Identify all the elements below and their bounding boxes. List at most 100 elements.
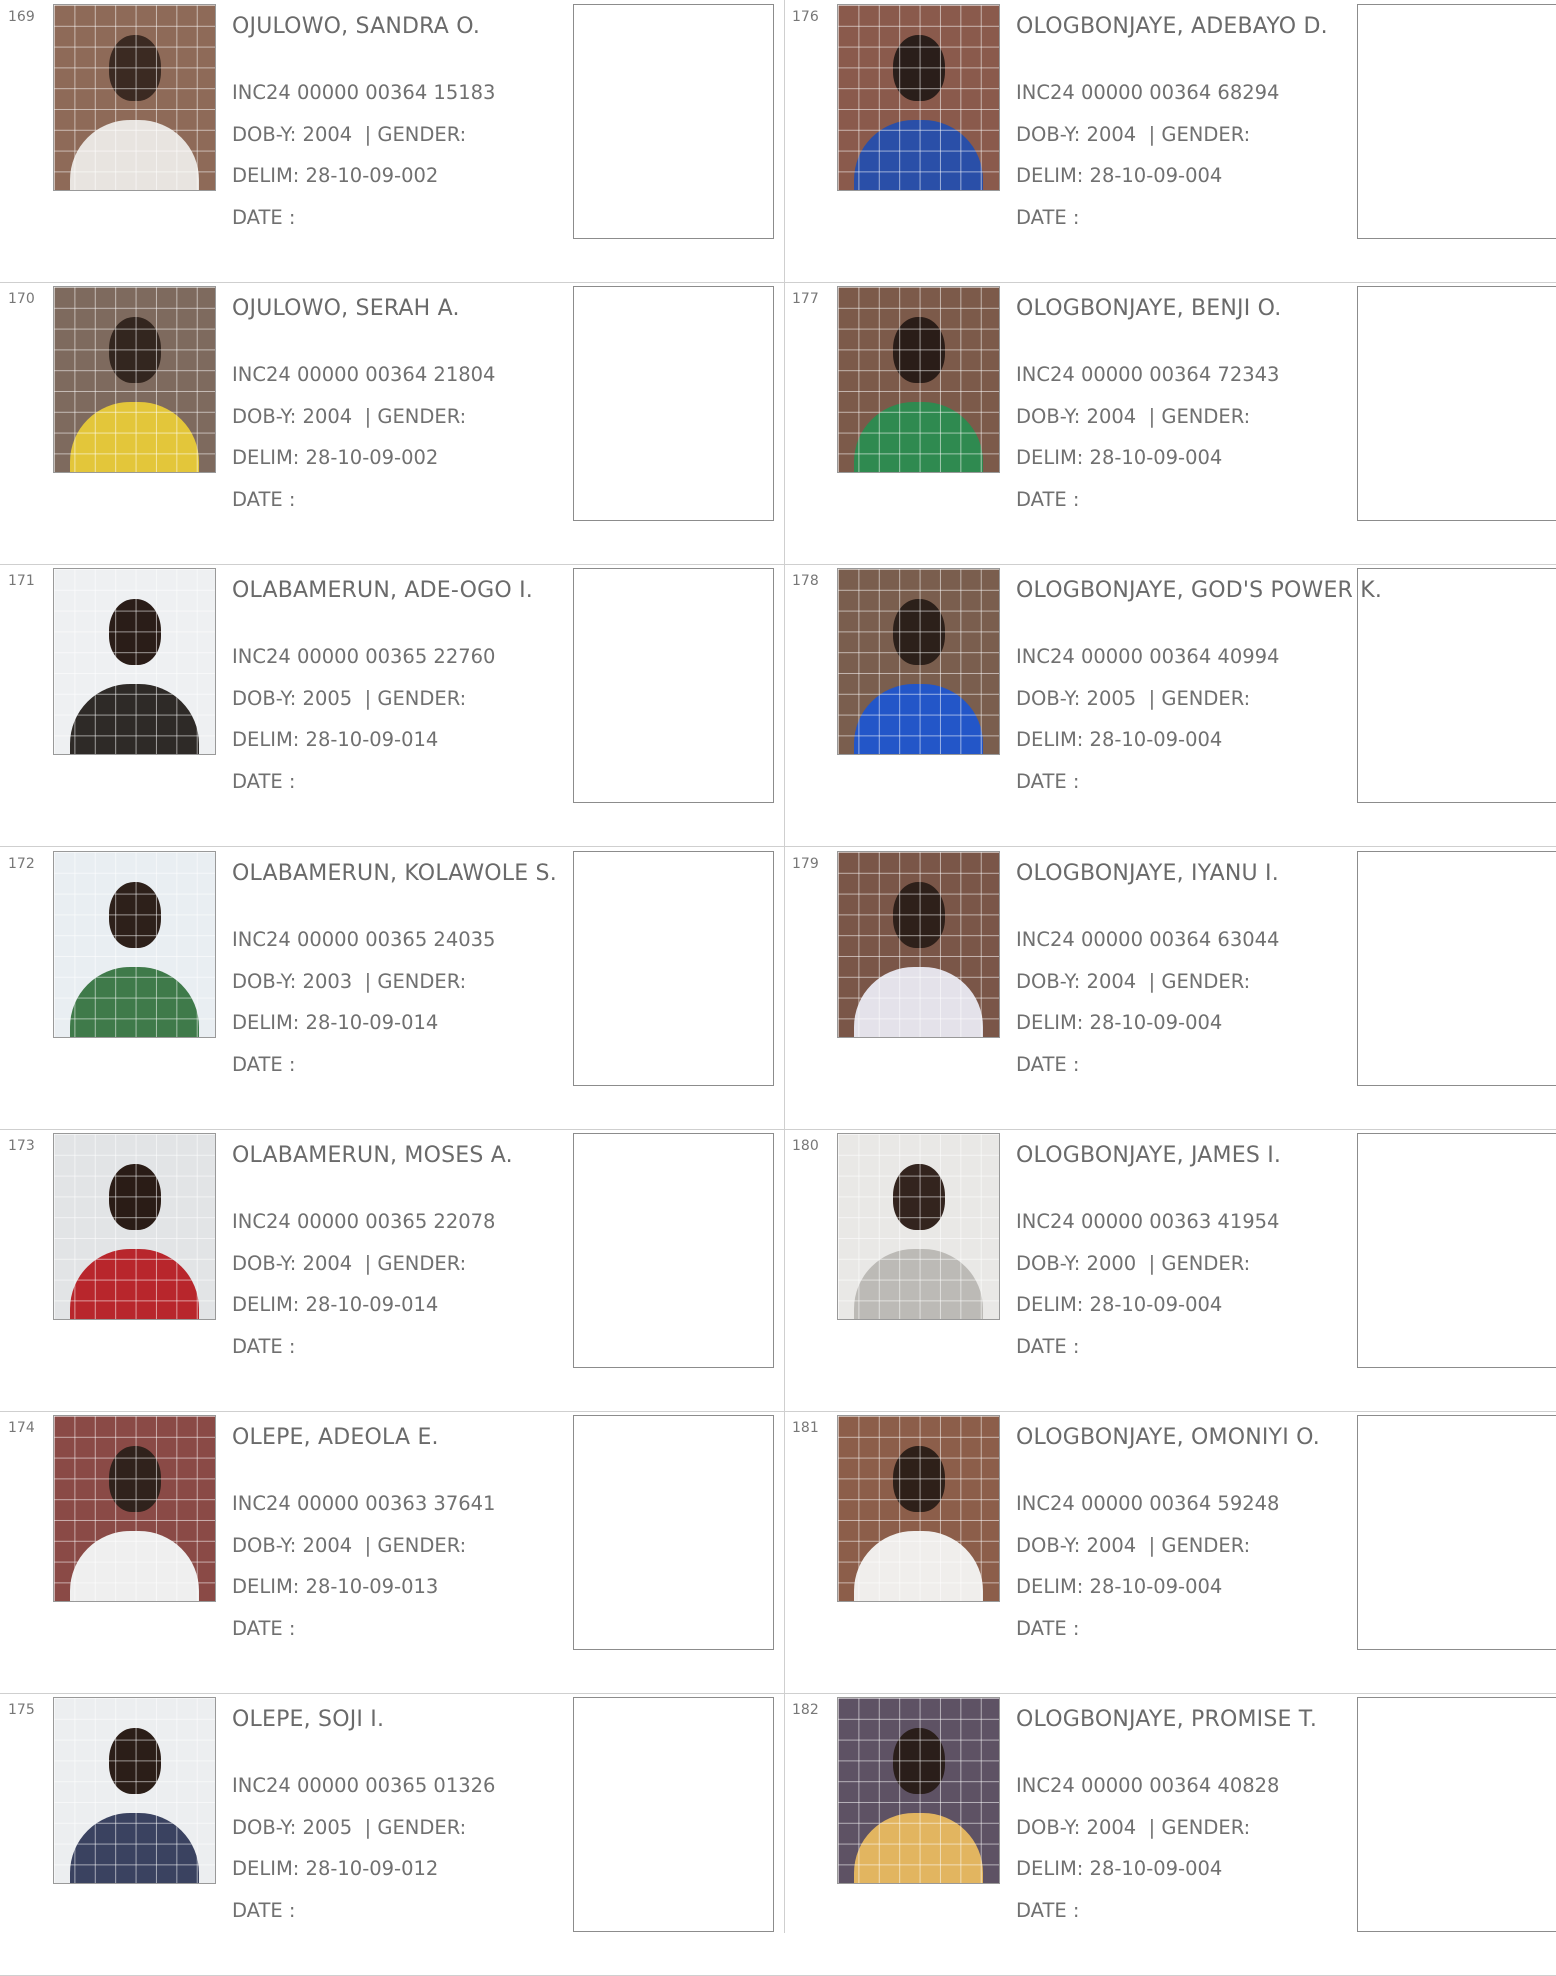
thumbprint-box [573, 1415, 774, 1650]
vin-number: INC24 00000 00365 22078 [232, 1209, 496, 1233]
date-label: DATE : [232, 1052, 296, 1076]
dob-year: DOB-Y: 2004 [232, 405, 353, 429]
serial-number: 175 [8, 1702, 35, 1719]
voter-name: OLEPE, ADEOLA E. [232, 1425, 439, 1450]
voter-photo [837, 286, 1000, 474]
dob-year: DOB-Y: 2004 [232, 1251, 353, 1275]
voter-name: OLOGBONJAYE, OMONIYI O. [1016, 1425, 1320, 1450]
voter-record: 172 OLABAMERUN, KOLAWOLE S. INC24 00000 … [0, 847, 784, 1130]
voter-record: 170 OJULOWO, SERAH A. INC24 00000 00364 … [0, 282, 784, 566]
dob-gender-line: DOB-Y: 2004 | GENDER: [232, 1534, 466, 1557]
dob-year: DOB-Y: 2005 [232, 687, 353, 711]
photo-watermark-grid [838, 287, 999, 473]
serial-number: 169 [8, 9, 35, 25]
voter-photo [53, 4, 216, 191]
date-label: DATE : [232, 1899, 296, 1923]
dob-gender-line: DOB-Y: 2004 | GENDER: [1016, 405, 1250, 428]
voter-photo [837, 1132, 1000, 1320]
delimitation-code: DELIM: 28-10-09-014 [232, 1292, 439, 1316]
dob-gender-line: DOB-Y: 2004 | GENDER: [1016, 1816, 1250, 1839]
vin-number: INC24 00000 00363 37641 [232, 1492, 496, 1515]
gender-label: | GENDER: [1148, 1816, 1251, 1840]
thumbprint-box [573, 4, 774, 239]
voter-register-sheet: 169 OJULOWO, SANDRA O. INC24 00000 00364… [0, 0, 1556, 1976]
gender-label: | GENDER: [364, 969, 467, 993]
delimitation-code: DELIM: 28-10-09-004 [1016, 1857, 1223, 1881]
dob-year: DOB-Y: 2004 [232, 1534, 353, 1557]
delimitation-code: DELIM: 28-10-09-002 [232, 446, 439, 470]
dob-gender-line: DOB-Y: 2004 | GENDER: [232, 123, 466, 146]
date-label: DATE : [232, 1334, 296, 1358]
left-column: 169 OJULOWO, SANDRA O. INC24 00000 00364… [0, 0, 785, 1976]
serial-number: 181 [792, 1420, 819, 1436]
serial-number: 180 [792, 1137, 819, 1154]
voter-record: 173 OLABAMERUN, MOSES A. INC24 00000 003… [0, 1129, 784, 1412]
voter-photo [53, 286, 216, 474]
voter-record: 174 OLEPE, ADEOLA E. INC24 00000 00363 3… [0, 1411, 784, 1694]
date-label: DATE : [232, 206, 296, 229]
voter-name: OLOGBONJAYE, BENJI O. [1016, 296, 1282, 322]
voter-name: OLABAMERUN, MOSES A. [232, 1142, 513, 1168]
vin-number: INC24 00000 00364 68294 [1016, 81, 1280, 104]
voter-name: OLOGBONJAYE, JAMES I. [1016, 1142, 1282, 1168]
date-label: DATE : [1016, 1052, 1080, 1076]
photo-watermark-grid [54, 851, 215, 1037]
vin-number: INC24 00000 00365 24035 [232, 927, 496, 951]
thumbprint-box [573, 1697, 774, 1933]
dob-gender-line: DOB-Y: 2004 | GENDER: [1016, 1534, 1250, 1557]
gender-label: | GENDER: [1148, 1251, 1251, 1275]
gender-label: | GENDER: [364, 1251, 467, 1275]
dob-year: DOB-Y: 2005 [1016, 687, 1137, 711]
date-label: DATE : [1016, 206, 1080, 229]
dob-year: DOB-Y: 2004 [1016, 969, 1137, 993]
photo-watermark-grid [838, 1133, 999, 1319]
thumbprint-box [1357, 1415, 1556, 1650]
date-label: DATE : [1016, 1617, 1080, 1640]
dob-gender-line: DOB-Y: 2005 | GENDER: [232, 1816, 466, 1839]
vin-number: INC24 00000 00363 41954 [1016, 1209, 1280, 1233]
voter-photo [837, 1415, 1000, 1602]
thumbprint-box [1357, 850, 1556, 1086]
photo-watermark-grid [54, 1416, 215, 1601]
dob-gender-line: DOB-Y: 2004 | GENDER: [232, 405, 466, 428]
voter-record: 175 OLEPE, SOJI I. INC24 00000 00365 013… [0, 1693, 784, 1976]
serial-number: 176 [792, 9, 819, 25]
right-column: 176 OLOGBONJAYE, ADEBAYO D. INC24 00000 … [784, 0, 1556, 1976]
delimitation-code: DELIM: 28-10-09-014 [232, 728, 439, 752]
voter-name: OLOGBONJAYE, GOD'S POWER K. [1016, 578, 1383, 604]
photo-watermark-grid [54, 287, 215, 473]
dob-year: DOB-Y: 2004 [1016, 1534, 1137, 1557]
vin-number: INC24 00000 00364 63044 [1016, 927, 1280, 951]
dob-gender-line: DOB-Y: 2005 | GENDER: [1016, 687, 1250, 710]
date-label: DATE : [232, 1617, 296, 1640]
dob-gender-line: DOB-Y: 2005 | GENDER: [232, 687, 466, 710]
voter-record: 171 OLABAMERUN, ADE-OGO I. INC24 00000 0… [0, 564, 784, 848]
voter-name: OJULOWO, SANDRA O. [232, 14, 481, 39]
voter-photo [837, 568, 1000, 756]
thumbprint-box [573, 850, 774, 1086]
dob-year: DOB-Y: 2004 [1016, 1816, 1137, 1840]
voter-photo [53, 1697, 216, 1885]
voter-record: 181 OLOGBONJAYE, OMONIYI O. INC24 00000 … [784, 1411, 1556, 1694]
dob-gender-line: DOB-Y: 2004 | GENDER: [1016, 123, 1250, 146]
gender-label: | GENDER: [364, 123, 467, 146]
gender-label: | GENDER: [364, 1816, 467, 1840]
vin-number: INC24 00000 00364 72343 [1016, 363, 1280, 387]
voter-name: OLABAMERUN, KOLAWOLE S. [232, 860, 557, 886]
voter-name: OLOGBONJAYE, IYANU I. [1016, 860, 1279, 886]
voter-name: OLOGBONJAYE, PROMISE T. [1016, 1707, 1318, 1733]
photo-watermark-grid [838, 569, 999, 755]
date-label: DATE : [1016, 1334, 1080, 1358]
photo-watermark-grid [54, 1698, 215, 1884]
serial-number: 173 [8, 1137, 35, 1154]
voter-name: OLEPE, SOJI I. [232, 1707, 385, 1733]
delimitation-code: DELIM: 28-10-09-004 [1016, 446, 1223, 470]
thumbprint-box [1357, 1697, 1556, 1933]
voter-name: OJULOWO, SERAH A. [232, 296, 460, 322]
delimitation-code: DELIM: 28-10-09-012 [232, 1857, 439, 1881]
photo-watermark-grid [54, 569, 215, 755]
thumbprint-box [1357, 286, 1556, 522]
gender-label: | GENDER: [364, 1534, 467, 1557]
gender-label: | GENDER: [1148, 969, 1251, 993]
voter-record: 179 OLOGBONJAYE, IYANU I. INC24 00000 00… [784, 847, 1556, 1130]
